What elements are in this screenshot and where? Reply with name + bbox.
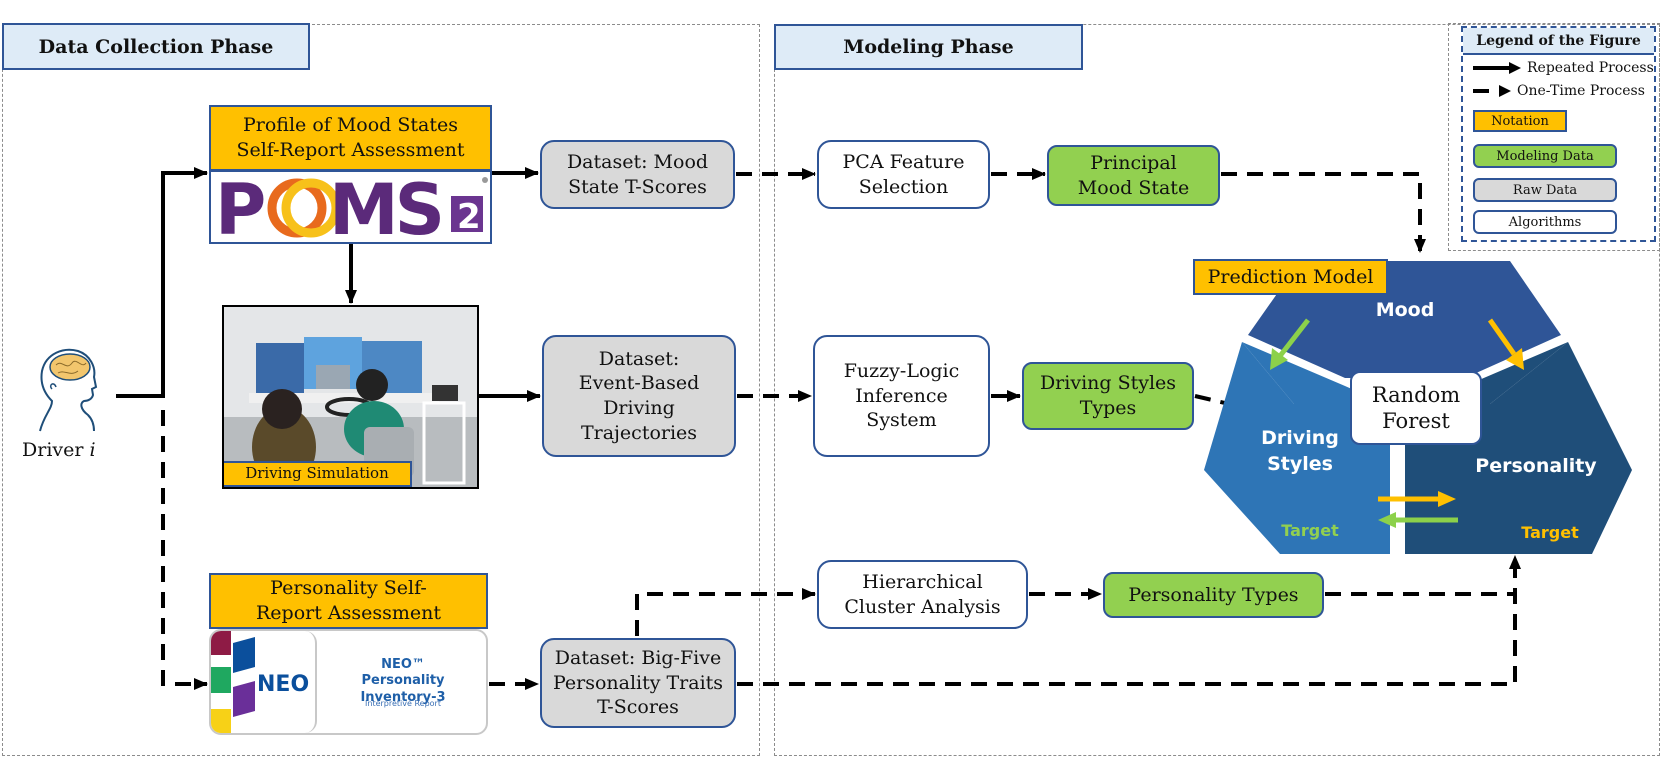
driver-label: Driver i xyxy=(22,439,96,461)
dataset-big-five[interactable]: Dataset: Big-Five Personality Traits T-S… xyxy=(540,638,736,728)
modeling-principal-mood[interactable]: Principal Mood State xyxy=(1047,145,1220,206)
neo-logo-text: NEO xyxy=(257,672,309,697)
random-forest-core[interactable]: Random Forest xyxy=(1350,371,1482,445)
neo-logo: NEO NEO™ Personality Inventory-3 Interpr… xyxy=(209,629,488,735)
simulation-scene-image xyxy=(224,307,477,487)
neo-color-blocks-icon: NEO xyxy=(211,631,309,733)
solid-arrow-icon xyxy=(1473,62,1521,74)
algorithm-hierarchical-cluster[interactable]: Hierarchical Cluster Analysis xyxy=(817,560,1028,629)
legend: Legend of the Figure Repeated Process On… xyxy=(1461,26,1656,242)
legend-modeling-data: Modeling Data xyxy=(1473,144,1617,168)
arrow-principal-to-model xyxy=(1221,172,1426,253)
algorithm-pca[interactable]: PCA Feature Selection xyxy=(817,140,990,209)
personality-segment-label: Personality xyxy=(1475,455,1597,477)
poms-logo: P MS 2 xyxy=(209,170,492,244)
driving-simulation-photo: Driving Simulation xyxy=(222,305,479,489)
legend-algorithms: Algorithms xyxy=(1473,210,1617,234)
personality-target-label: Target xyxy=(1521,523,1579,542)
dataset-mood-state[interactable]: Dataset: Mood State T-Scores xyxy=(540,140,735,209)
personality-assessment-title: Personality Self-Report Assessment xyxy=(209,573,488,629)
modeling-driving-styles-types[interactable]: Driving Styles Types xyxy=(1022,362,1194,430)
prediction-model-label: Prediction Model xyxy=(1193,259,1388,295)
head-brain-icon xyxy=(39,348,98,432)
svg-text:P: P xyxy=(215,172,264,242)
prediction-title: Prediction Model xyxy=(1193,259,1388,295)
legend-one-time: One-Time Process xyxy=(1471,83,1656,99)
modeling-personality-types[interactable]: Personality Types xyxy=(1103,572,1324,618)
svg-text:MS: MS xyxy=(329,172,441,242)
svg-text:2: 2 xyxy=(457,197,481,237)
arrow-bigfive-to-cluster xyxy=(635,588,816,636)
arrow-driver-to-poms xyxy=(116,167,208,398)
dataset-driving-trajectories[interactable]: Dataset: Event-Based Driving Trajectorie… xyxy=(542,335,736,457)
algorithm-fuzzy-logic[interactable]: Fuzzy-Logic Inference System xyxy=(813,335,990,457)
legend-title: Legend of the Figure xyxy=(1463,28,1654,55)
legend-raw-data: Raw Data xyxy=(1473,178,1617,202)
driving-target-label: Target xyxy=(1281,521,1339,540)
mood-segment-label: Mood xyxy=(1376,299,1435,321)
legend-notation: Notation xyxy=(1473,110,1567,132)
arrow-driver-to-neo xyxy=(161,410,208,690)
dashed-arrow-icon xyxy=(1473,85,1511,97)
legend-repeated: Repeated Process xyxy=(1471,60,1656,76)
neo-logo-left: NEO xyxy=(211,631,317,733)
neo-report-type: Interpretive Report xyxy=(365,699,441,708)
poms-assessment-title: Profile of Mood States Self-Report Asses… xyxy=(209,105,492,171)
driving-simulation-label: Driving Simulation xyxy=(224,461,412,487)
driver-index: i xyxy=(89,439,96,461)
driver: Driver i xyxy=(22,345,108,465)
poms-logo-graphic: P MS 2 xyxy=(215,172,488,242)
